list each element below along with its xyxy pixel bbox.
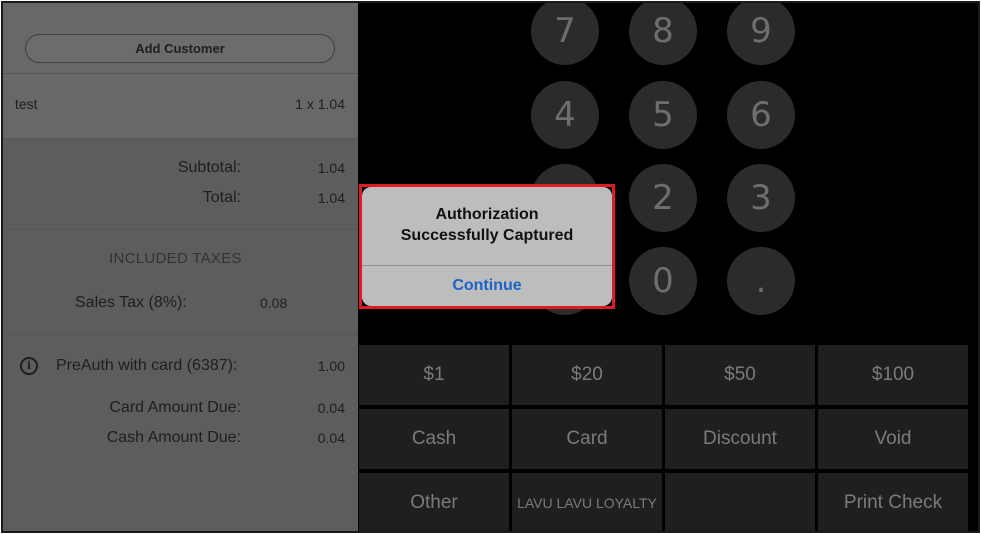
card-amount-due-label: Card Amount Due:: [109, 399, 241, 416]
order-panel: Add Customer test 1 x 1.04 Subtotal: 1.0…: [3, 3, 358, 531]
continue-button[interactable]: Continue: [362, 266, 612, 306]
dialog-title: Authorization Successfully Captured: [362, 204, 612, 246]
dialog-title-line2: Successfully Captured: [400, 227, 574, 244]
divider: [3, 229, 358, 230]
print-check-button[interactable]: Print Check: [818, 473, 968, 531]
discount-button[interactable]: Discount: [665, 409, 815, 469]
keypad-key-4[interactable]: 4: [531, 81, 599, 149]
other-button[interactable]: Other: [359, 473, 509, 531]
empty-button[interactable]: [665, 473, 815, 531]
info-icon[interactable]: i: [20, 357, 38, 375]
amount-50-button[interactable]: $50: [665, 345, 815, 405]
cash-amount-due-label: Cash Amount Due:: [106, 429, 241, 446]
keypad-key-decimal[interactable]: .: [727, 247, 795, 315]
card-button[interactable]: Card: [512, 409, 662, 469]
order-item-name[interactable]: test: [15, 96, 38, 112]
subtotal-label: Subtotal:: [177, 159, 241, 176]
lavu-loyalty-button[interactable]: LAVU LAVU LOYALTY: [512, 473, 662, 531]
total-value: 1.04: [317, 190, 345, 206]
add-customer-button[interactable]: Add Customer: [25, 34, 335, 63]
keypad-key-6[interactable]: 6: [727, 81, 795, 149]
keypad-key-5[interactable]: 5: [629, 81, 697, 149]
keypad-key-2[interactable]: 2: [629, 164, 697, 232]
total-label: Total:: [202, 189, 241, 206]
keypad-key-3[interactable]: 3: [727, 164, 795, 232]
app-window: Add Customer test 1 x 1.04 Subtotal: 1.0…: [1, 1, 980, 533]
preauth-value: 1.00: [317, 358, 345, 374]
cash-button[interactable]: Cash: [359, 409, 509, 469]
included-taxes-header: INCLUDED TAXES: [109, 250, 242, 267]
cash-amount-due-value: 0.04: [317, 430, 345, 446]
keypad-key-7[interactable]: 7: [531, 3, 599, 65]
sales-tax-value: 0.08: [260, 295, 288, 311]
authorization-dialog: Authorization Successfully Captured Cont…: [362, 187, 612, 306]
keypad-key-8[interactable]: 8: [629, 3, 697, 65]
sales-tax-label: Sales Tax (8%):: [75, 294, 187, 311]
divider: [3, 334, 358, 335]
keypad-key-0[interactable]: 0: [629, 247, 697, 315]
amount-100-button[interactable]: $100: [818, 345, 968, 405]
order-header-area: [3, 3, 358, 138]
preauth-label: PreAuth with card (6387):: [56, 357, 238, 374]
divider: [3, 73, 358, 74]
keypad-key-9[interactable]: 9: [727, 3, 795, 65]
amount-20-button[interactable]: $20: [512, 345, 662, 405]
order-item-qty-price: 1 x 1.04: [295, 96, 345, 112]
divider: [3, 138, 358, 139]
amount-1-button[interactable]: $1: [359, 345, 509, 405]
card-amount-due-value: 0.04: [317, 400, 345, 416]
void-button[interactable]: Void: [818, 409, 968, 469]
dialog-title-line1: Authorization: [435, 206, 539, 223]
subtotal-value: 1.04: [317, 160, 345, 176]
